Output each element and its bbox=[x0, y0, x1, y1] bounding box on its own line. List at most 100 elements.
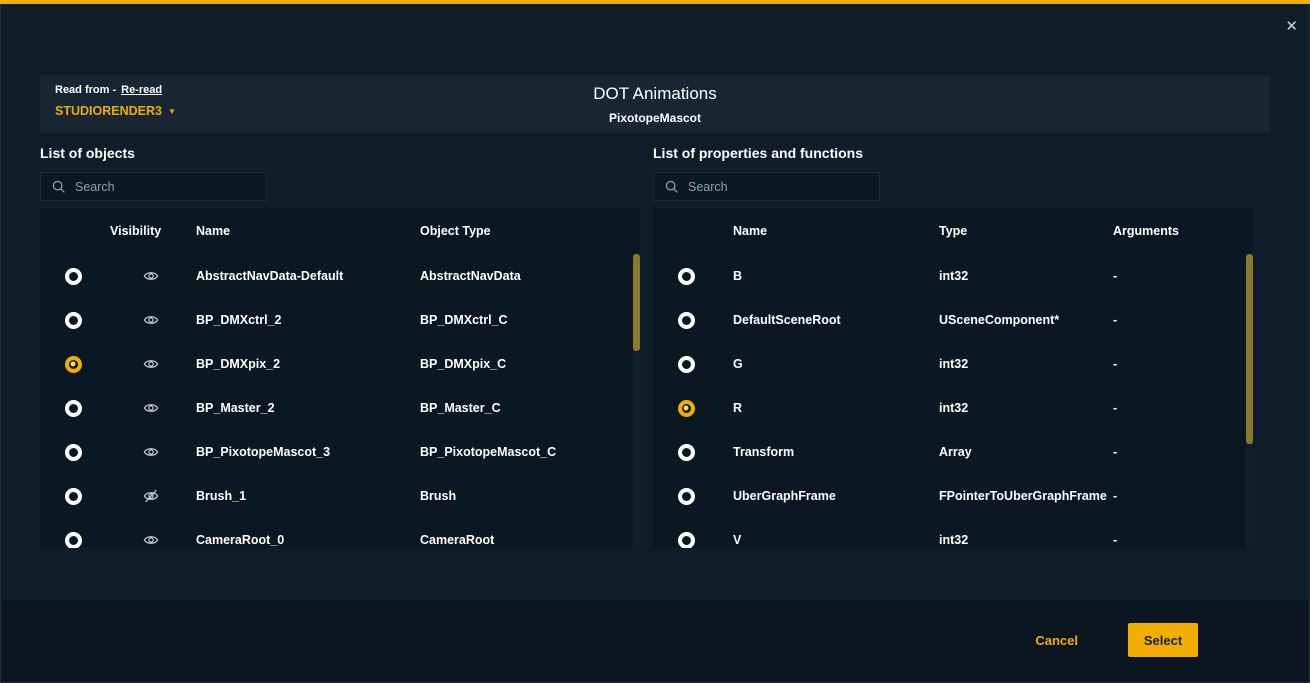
visibility-on-icon[interactable] bbox=[143, 532, 159, 548]
select-radio[interactable] bbox=[65, 532, 82, 549]
select-radio[interactable] bbox=[65, 356, 82, 373]
table-row[interactable]: BP_DMXctrl_2 BP_DMXctrl_C bbox=[40, 298, 640, 342]
properties-scrollbar-thumb[interactable] bbox=[1246, 254, 1253, 444]
objects-panel: List of objects Visibility Name Object T… bbox=[40, 145, 640, 548]
select-radio[interactable] bbox=[65, 312, 82, 329]
property-type: Array bbox=[925, 445, 1099, 459]
objects-search-input[interactable] bbox=[75, 173, 266, 200]
dialog-subtitle: PixotopeMascot bbox=[593, 111, 716, 125]
column-header-visibility: Visibility bbox=[106, 224, 196, 238]
properties-scrollbar[interactable] bbox=[1246, 254, 1253, 548]
dialog-footer: Cancel Select bbox=[1035, 623, 1198, 657]
property-name: R bbox=[719, 401, 925, 415]
select-radio[interactable] bbox=[678, 532, 695, 549]
property-arguments: - bbox=[1099, 357, 1253, 371]
table-row[interactable]: B int32 - bbox=[653, 254, 1253, 298]
property-name: DefaultSceneRoot bbox=[719, 313, 925, 327]
chevron-down-icon: ▼ bbox=[168, 107, 176, 116]
dot-animations-dialog: ✕ Read from - Re-read STUDIORENDER3 ▼ DO… bbox=[0, 0, 1310, 683]
column-header-object-type: Object Type bbox=[420, 224, 640, 238]
property-arguments: - bbox=[1099, 489, 1253, 503]
select-radio[interactable] bbox=[678, 356, 695, 373]
select-radio[interactable] bbox=[65, 400, 82, 417]
property-arguments: - bbox=[1099, 269, 1253, 283]
object-type: BP_DMXctrl_C bbox=[420, 313, 640, 327]
dialog-titles: DOT Animations PixotopeMascot bbox=[593, 84, 716, 125]
property-arguments: - bbox=[1099, 401, 1253, 415]
property-type: FPointerToUberGraphFrame bbox=[925, 489, 1099, 503]
select-radio[interactable] bbox=[65, 268, 82, 285]
object-type: BP_DMXpix_C bbox=[420, 357, 640, 371]
table-row[interactable]: AbstractNavData-Default AbstractNavData bbox=[40, 254, 640, 298]
dialog-title: DOT Animations bbox=[593, 84, 716, 104]
object-name: AbstractNavData-Default bbox=[196, 269, 420, 283]
properties-panel: List of properties and functions Name Ty… bbox=[653, 145, 1253, 548]
properties-table-body: B int32 - DefaultSceneRoot USceneCompone… bbox=[653, 254, 1253, 548]
read-from-block: Read from - Re-read STUDIORENDER3 ▼ bbox=[55, 84, 176, 118]
visibility-on-icon[interactable] bbox=[143, 400, 159, 416]
objects-scrollbar-thumb[interactable] bbox=[633, 254, 640, 351]
read-from-label: Read from - bbox=[55, 84, 116, 96]
objects-table: Visibility Name Object Type AbstractNavD… bbox=[40, 208, 640, 548]
property-type: int32 bbox=[925, 533, 1099, 547]
properties-panel-heading: List of properties and functions bbox=[653, 145, 1253, 161]
select-radio[interactable] bbox=[65, 444, 82, 461]
objects-scrollbar[interactable] bbox=[633, 254, 640, 548]
object-name: Brush_1 bbox=[196, 489, 420, 503]
column-header-name: Name bbox=[719, 224, 925, 238]
select-radio[interactable] bbox=[65, 488, 82, 505]
dialog-header: Read from - Re-read STUDIORENDER3 ▼ DOT … bbox=[40, 75, 1270, 133]
object-type: Brush bbox=[420, 489, 640, 503]
property-type: int32 bbox=[925, 401, 1099, 415]
property-name: Transform bbox=[719, 445, 925, 459]
property-type: USceneComponent* bbox=[925, 313, 1099, 327]
select-radio[interactable] bbox=[678, 488, 695, 505]
object-type: BP_Master_C bbox=[420, 401, 640, 415]
property-type: int32 bbox=[925, 269, 1099, 283]
objects-table-header: Visibility Name Object Type bbox=[40, 208, 640, 254]
table-row[interactable]: DefaultSceneRoot USceneComponent* - bbox=[653, 298, 1253, 342]
visibility-on-icon[interactable] bbox=[143, 268, 159, 284]
table-row[interactable]: BP_PixotopeMascot_3 BP_PixotopeMascot_C bbox=[40, 430, 640, 474]
select-button[interactable]: Select bbox=[1128, 623, 1198, 657]
top-accent-bar bbox=[0, 0, 1310, 4]
table-row[interactable]: BP_Master_2 BP_Master_C bbox=[40, 386, 640, 430]
table-row[interactable]: Transform Array - bbox=[653, 430, 1253, 474]
close-icon[interactable]: ✕ bbox=[1285, 19, 1298, 34]
properties-search-box bbox=[653, 172, 880, 201]
table-row[interactable]: BP_DMXpix_2 BP_DMXpix_C bbox=[40, 342, 640, 386]
property-name: B bbox=[719, 269, 925, 283]
table-row[interactable]: CameraRoot_0 CameraRoot bbox=[40, 518, 640, 548]
select-radio[interactable] bbox=[678, 268, 695, 285]
object-name: BP_PixotopeMascot_3 bbox=[196, 445, 420, 459]
select-radio[interactable] bbox=[678, 444, 695, 461]
column-header-arguments: Arguments bbox=[1099, 224, 1253, 238]
column-header-type: Type bbox=[925, 224, 1099, 238]
property-arguments: - bbox=[1099, 533, 1253, 547]
visibility-on-icon[interactable] bbox=[143, 312, 159, 328]
table-row[interactable]: UberGraphFrame FPointerToUberGraphFrame … bbox=[653, 474, 1253, 518]
select-radio[interactable] bbox=[678, 312, 695, 329]
properties-search-input[interactable] bbox=[688, 173, 879, 200]
source-selector[interactable]: STUDIORENDER3 ▼ bbox=[55, 104, 176, 118]
visibility-on-icon[interactable] bbox=[143, 356, 159, 372]
object-name: BP_DMXctrl_2 bbox=[196, 313, 420, 327]
object-type: AbstractNavData bbox=[420, 269, 640, 283]
select-radio[interactable] bbox=[678, 400, 695, 417]
column-header-name: Name bbox=[196, 224, 420, 238]
object-type: CameraRoot bbox=[420, 533, 640, 547]
object-name: BP_DMXpix_2 bbox=[196, 357, 420, 371]
cancel-button[interactable]: Cancel bbox=[1035, 633, 1078, 648]
table-row[interactable]: R int32 - bbox=[653, 386, 1253, 430]
table-row[interactable]: Brush_1 Brush bbox=[40, 474, 640, 518]
table-row[interactable]: V int32 - bbox=[653, 518, 1253, 548]
reread-link[interactable]: Re-read bbox=[121, 84, 162, 96]
table-row[interactable]: G int32 - bbox=[653, 342, 1253, 386]
visibility-off-icon[interactable] bbox=[143, 488, 159, 504]
properties-table: Name Type Arguments B int32 - DefaultSce… bbox=[653, 208, 1253, 548]
read-from-line: Read from - Re-read bbox=[55, 84, 176, 96]
source-selector-label: STUDIORENDER3 bbox=[55, 104, 162, 118]
objects-search-box bbox=[40, 172, 267, 201]
object-name: CameraRoot_0 bbox=[196, 533, 420, 547]
visibility-on-icon[interactable] bbox=[143, 444, 159, 460]
